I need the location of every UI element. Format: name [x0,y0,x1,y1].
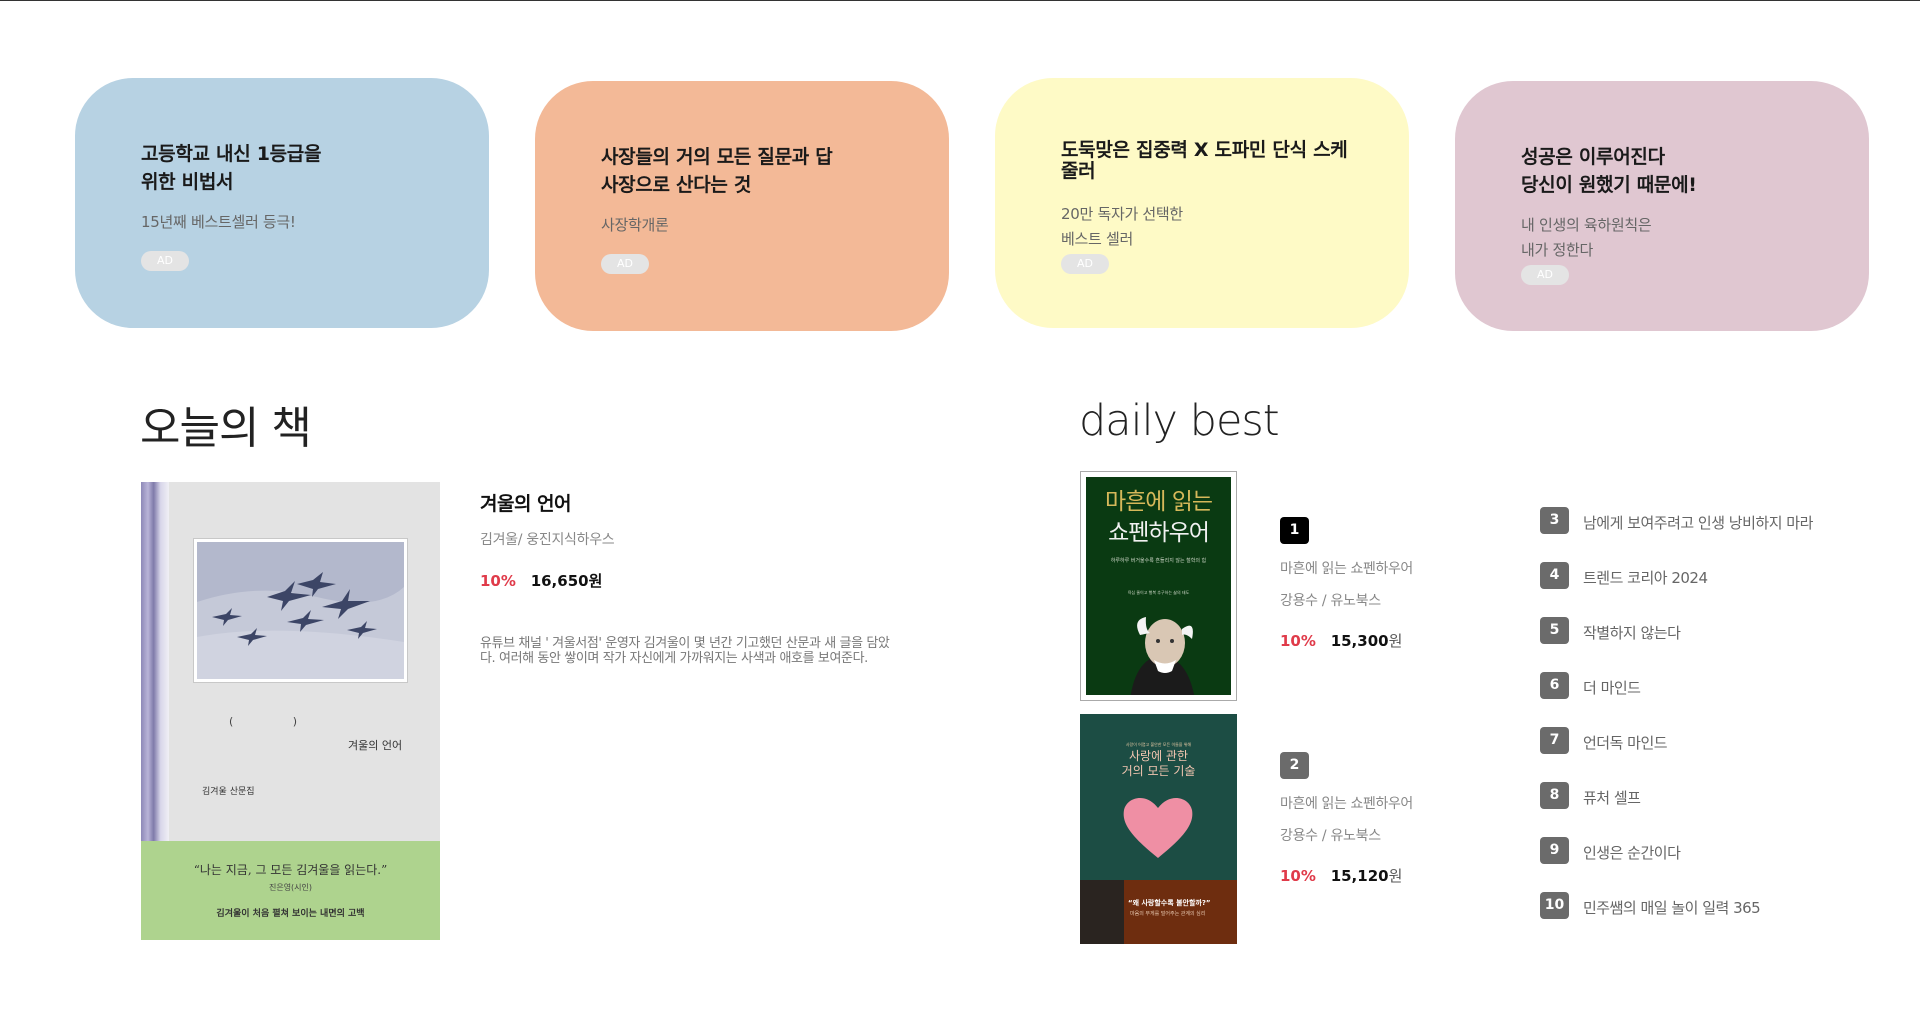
ad-badge: AD [1061,254,1109,274]
cover-title: 겨울의 언어 [348,739,403,752]
ad-card-1[interactable]: 고등학교 내신 1등급을 위한 비법서 15년째 베스트셀러 등극! AD [75,78,489,328]
ad-title: 성공은 이루어진다 당신이 원했기 때문에! [1521,146,1697,196]
price: 15,300 [1330,632,1389,650]
rank-badge: 8 [1540,782,1569,809]
ad-subtitle: 20만 독자가 선택한 베스트 셀러 [1061,205,1183,248]
ad-badge: AD [141,251,189,271]
cover-portrait-image [1130,617,1194,695]
rank-badge: 7 [1540,727,1569,754]
discount-rate: 10% [480,572,516,590]
cover-quote-by: 진은영(시인) [268,883,313,892]
ad-card-2[interactable]: 사장들의 거의 모든 질문과 답 사장으로 산다는 것 사장학개론 AD [535,81,949,331]
discount-rate: 10% [1280,632,1316,650]
cover-title-line1: 마흔에 읽는 [1104,489,1213,515]
cover-band: “나는 지금, 그 모든 김겨울을 읽는다.” 진은영(시인) 김겨울이 처음 … [141,841,440,940]
today-section-title: 오늘의 책 [140,403,312,454]
ad-badge: AD [1521,265,1569,285]
ad-title: 도둑맞은 집중력 X 도파민 단식 스케줄러 [1061,139,1348,182]
rank-badge: 9 [1540,837,1569,864]
cover-author: 김겨울 산문집 [202,787,255,797]
rank-title: 작별하지 않는다 [1583,624,1681,642]
rank-badge-2: 2 [1280,752,1309,779]
daily-best-section-title: daily best [1079,396,1280,446]
rank-title: 언더독 마인드 [1583,734,1668,752]
ad-title: 사장들의 거의 모든 질문과 답 사장으로 산다는 것 [601,146,833,196]
top-divider [0,0,1920,1]
best-1-price-row: 10% 15,300원 [1280,630,1402,651]
rank-badge-1: 1 [1280,517,1309,544]
ad-subtitle: 내 인생의 육하원칙은 내가 정한다 [1521,216,1652,259]
rank-badge: 5 [1540,617,1569,644]
best-2-author-publisher: 강용수 / 유노북스 [1280,828,1381,844]
best-2-title[interactable]: 마흔에 읽는 쇼펜하우어 [1280,793,1413,813]
rank-title: 퓨처 셀프 [1583,789,1641,807]
today-book-description: 유튜브 채널 ' 겨울서점' 운영자 김겨울이 몇 년간 기고했던 산문과 새 … [480,636,890,666]
best-1-author-publisher: 강용수 / 유노북스 [1280,593,1381,609]
price: 16,650원 [530,572,603,590]
best-2-price-row: 10% 15,120원 [1280,865,1402,886]
heart-icon [1123,797,1193,858]
cover-tagline: 김겨울이 처음 펼쳐 보이는 내면의 고백 [216,909,365,919]
ad-card-4[interactable]: 성공은 이루어진다 당신이 원했기 때문에! 내 인생의 육하원칙은 내가 정한… [1455,81,1869,331]
ad-subtitle: 사장학개론 [601,216,669,234]
rank-badge: 10 [1540,892,1569,919]
cover-title: 마흔에 읽는 쇼펜하우어 [1086,487,1231,549]
ad-title: 고등학교 내신 1등급을 위한 비법서 [141,143,322,193]
best-1-title[interactable]: 마흔에 읽는 쇼펜하우어 [1280,558,1413,578]
rank-title: 트렌드 코리아 2024 [1583,569,1708,587]
cover-brackets: ( ) [229,715,326,728]
cover-subtitle: 하루하루 버거울수록 흔들리지 않는 철학의 힘 [1110,558,1207,564]
today-book-cover[interactable]: ( ) 겨울의 언어 김겨울 산문집 “나는 지금, 그 모든 김겨울을 읽는다… [141,482,440,940]
price-unit: 원 [1388,867,1403,885]
cover-gradient-strip [141,482,169,841]
best-1-cover[interactable]: 마흔에 읽는 쇼펜하우어 하루하루 버거울수록 흔들리지 않는 철학의 힘 욕심… [1080,471,1237,701]
ad-badge: AD [601,254,649,274]
rank-title: 민주쌤의 매일 놀이 일력 365 [1583,899,1761,917]
price: 15,120 [1330,867,1389,885]
today-book-author-publisher: 김겨울/ 웅진지식하우스 [480,532,615,548]
cover-title-line2: 쇼펜하우어 [1108,520,1210,546]
cover-author-photo [1080,880,1124,944]
rank-title: 더 마인드 [1583,679,1641,697]
rank-title: 남에게 보여주려고 인생 낭비하지 마라 [1583,514,1813,532]
cover-quote: “왜 사랑할수록 불안할까?” [1128,899,1211,907]
discount-rate: 10% [1280,867,1316,885]
rank-badge: 4 [1540,562,1569,589]
cover-quote-2: 마음의 무게를 덜어주는 관계의 심리 [1130,911,1206,917]
cover-background: 마흔에 읽는 쇼펜하우어 하루하루 버거울수록 흔들리지 않는 철학의 힘 욕심… [1086,477,1231,695]
ad-card-3[interactable]: 도둑맞은 집중력 X 도파민 단식 스케줄러 20만 독자가 선택한 베스트 셀… [995,78,1409,328]
rank-badge: 3 [1540,507,1569,534]
cover-birds-image [193,538,408,683]
cover-quote: “나는 지금, 그 모든 김겨울을 읽는다.” [193,863,388,877]
today-price-row: 10% 16,650원 [480,570,602,591]
rank-badge: 6 [1540,672,1569,699]
today-book-title[interactable]: 겨울의 언어 [480,489,572,516]
ad-subtitle: 15년째 베스트셀러 등극! [141,213,296,231]
cover-subtitle-2: 욕심 줄이고 행복 추구하는 삶의 태도 [1127,590,1190,595]
cover-title-line1: 사랑에 관한 [1128,749,1188,763]
cover-title-line2: 거의 모든 기술 [1121,764,1196,778]
rank-title: 인생은 순간이다 [1583,844,1681,862]
cover-small-text: 사랑이 어렵고 불안한 모든 이들을 위해 [1125,742,1192,747]
best-2-cover[interactable]: 사랑이 어렵고 불안한 모든 이들을 위해 사랑에 관한 거의 모든 기술 “왜… [1080,714,1237,944]
cover-title: 사랑에 관한 거의 모든 기술 [1080,749,1237,779]
price-unit: 원 [1388,632,1403,650]
